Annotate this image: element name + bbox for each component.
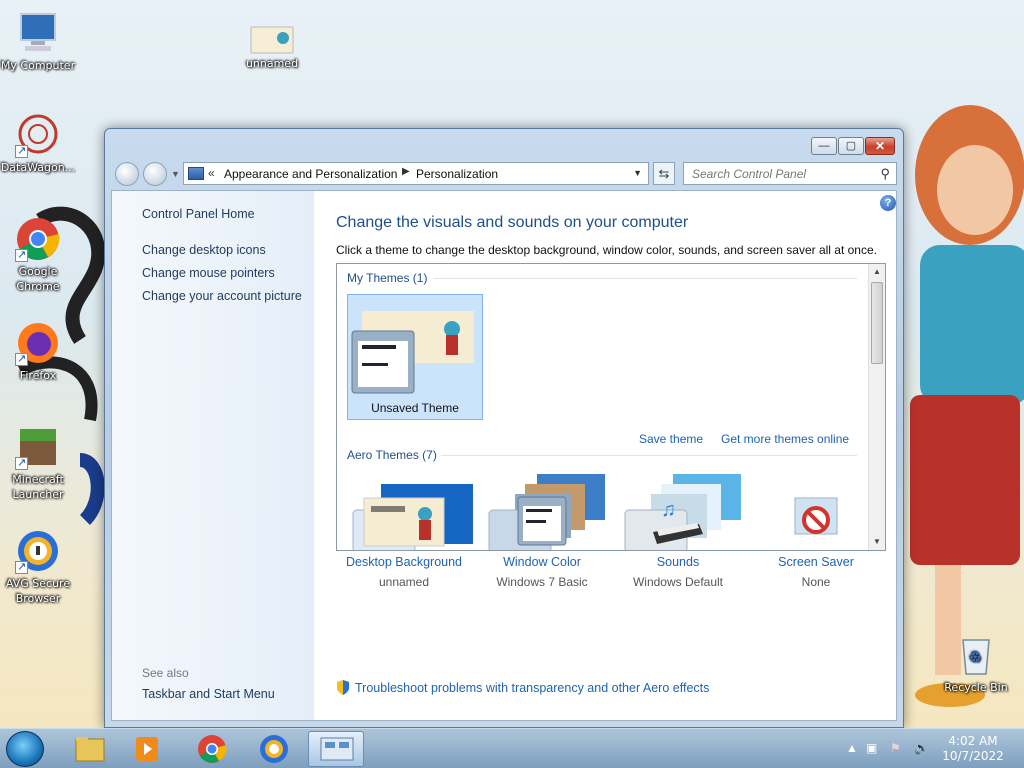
svg-text:♻: ♻ [969,650,982,666]
search-placeholder: Search Control Panel [692,167,807,181]
shield-icon [337,680,349,695]
breadcrumb-personalization[interactable]: Personalization [416,167,498,181]
recent-pages-dropdown-icon[interactable]: ▼ [171,169,180,179]
desktop-icon-datawagon[interactable]: DataWagon... [0,112,78,175]
scroll-up-icon[interactable]: ▲ [869,264,885,280]
window-color-button[interactable]: Window Color Windows 7 Basic [472,496,612,589]
firefox-icon [15,320,61,366]
address-dropdown-icon[interactable]: ▼ [633,168,642,178]
minimize-button[interactable]: — [811,137,837,155]
folder-icon [75,737,105,762]
desktop-icon-firefox[interactable]: Firefox [0,320,78,383]
clock[interactable]: 4:02 AM 10/7/2022 [936,734,1010,764]
aero-themes-heading: Aero Themes (7) [347,448,437,462]
datawagon-icon [15,112,61,158]
troubleshoot-link[interactable]: Troubleshoot problems with transparency … [336,680,709,695]
minecraft-icon [15,424,61,470]
desktop-background-button[interactable]: Desktop Background unnamed [334,496,474,589]
window-color-icon [501,496,583,548]
forward-button[interactable] [143,162,167,186]
chrome-icon [15,216,61,262]
troubleshoot-label: Troubleshoot problems with transparency … [355,681,710,695]
page-title: Change the visuals and sounds on your co… [336,214,689,231]
image-file-icon [249,26,295,54]
volume-icon[interactable]: 🔈 [914,741,929,755]
unsaved-theme-label: Unsaved Theme [371,401,459,415]
start-button[interactable] [6,731,44,767]
sounds-icon: ♫ [637,496,719,548]
sounds-button[interactable]: ♫ Sounds Windows Default [608,496,748,589]
control-panel-home-link[interactable]: Control Panel Home [142,207,255,221]
desktop-icon-recycle-bin[interactable]: ♻ Recycle Bin [936,632,1016,695]
breadcrumb-separator-icon[interactable]: ▶ [402,166,410,177]
chrome-icon [198,735,227,763]
help-icon[interactable]: ? [880,195,896,211]
breadcrumb-overflow[interactable]: « [208,166,215,180]
avg-browser-icon [15,528,61,574]
clock-date: 10/7/2022 [942,749,1004,763]
taskbar-media-player-button[interactable] [120,731,176,767]
change-account-picture-link[interactable]: Change your account picture [142,289,302,303]
back-button[interactable] [115,162,139,186]
avg-browser-icon [260,735,288,763]
control-panel-icon [188,167,204,180]
get-more-themes-link[interactable]: Get more themes online [721,432,849,446]
taskbar-control-panel-button[interactable] [308,731,364,767]
navigation-bar: ▼ « Appearance and Personalization ▶ Per… [113,161,897,187]
computer-icon [15,10,61,56]
breadcrumb-appearance[interactable]: Appearance and Personalization [224,167,397,181]
main-pane: ? Change the visuals and sounds on your … [336,191,896,720]
taskbar: ▲ ▣ ⚑ 🔈 4:02 AM 10/7/2022 [0,728,1024,768]
search-input[interactable]: Search Control Panel ⚲ [683,162,897,185]
desktop-icon-my-computer[interactable]: My Computer [0,10,78,73]
screen-saver-button[interactable]: Screen Saver None [746,496,886,589]
change-desktop-icons-link[interactable]: Change desktop icons [142,243,266,257]
desktop-icon-chrome[interactable]: Google Chrome [0,216,78,294]
taskbar-chrome-button[interactable] [184,731,240,767]
show-hidden-icons-icon[interactable]: ▲ [846,741,858,755]
unsaved-theme-preview [351,311,474,394]
desktop-icon-avg-browser[interactable]: AVG Secure Browser [0,528,78,606]
page-subtitle: Click a theme to change the desktop back… [336,243,877,257]
close-button[interactable]: ✕ [865,137,895,155]
address-bar[interactable]: « Appearance and Personalization ▶ Perso… [183,162,649,185]
personalization-window: — ▢ ✕ ▼ « Appearance and Personalization… [104,128,904,728]
desktop-icon-minecraft[interactable]: Minecraft Launcher [0,424,78,502]
theme-tile-unsaved[interactable]: Unsaved Theme [347,294,483,420]
control-panel-icon [320,737,354,761]
clock-time: 4:02 AM [948,734,998,748]
refresh-button[interactable]: ⇆ [653,162,675,185]
maximize-button[interactable]: ▢ [838,137,864,155]
desktop-background-icon [363,496,445,548]
desktop-icon-unnamed[interactable]: unnamed [232,26,312,71]
taskbar-avg-browser-button[interactable] [246,731,302,767]
taskbar-explorer-button[interactable] [62,731,118,767]
recycle-bin-icon: ♻ [953,632,999,678]
content-area: Control Panel Home Change desktop icons … [111,190,897,721]
search-icon[interactable]: ⚲ [880,166,890,182]
scrollbar-thumb[interactable] [871,282,883,364]
svg-text:♫: ♫ [661,499,676,521]
save-theme-link[interactable]: Save theme [639,432,703,446]
screen-saver-icon [775,496,857,548]
change-mouse-pointers-link[interactable]: Change mouse pointers [142,266,275,280]
action-center-icon[interactable]: ⚑ [890,741,901,755]
taskbar-start-menu-link[interactable]: Taskbar and Start Menu [142,687,275,701]
see-also-heading: See also [142,666,189,680]
media-player-icon [136,737,158,761]
left-pane: Control Panel Home Change desktop icons … [112,191,314,720]
group-divider [441,455,857,456]
my-themes-heading: My Themes (1) [347,271,428,285]
group-divider [433,278,857,279]
network-icon[interactable]: ▣ [866,741,877,755]
